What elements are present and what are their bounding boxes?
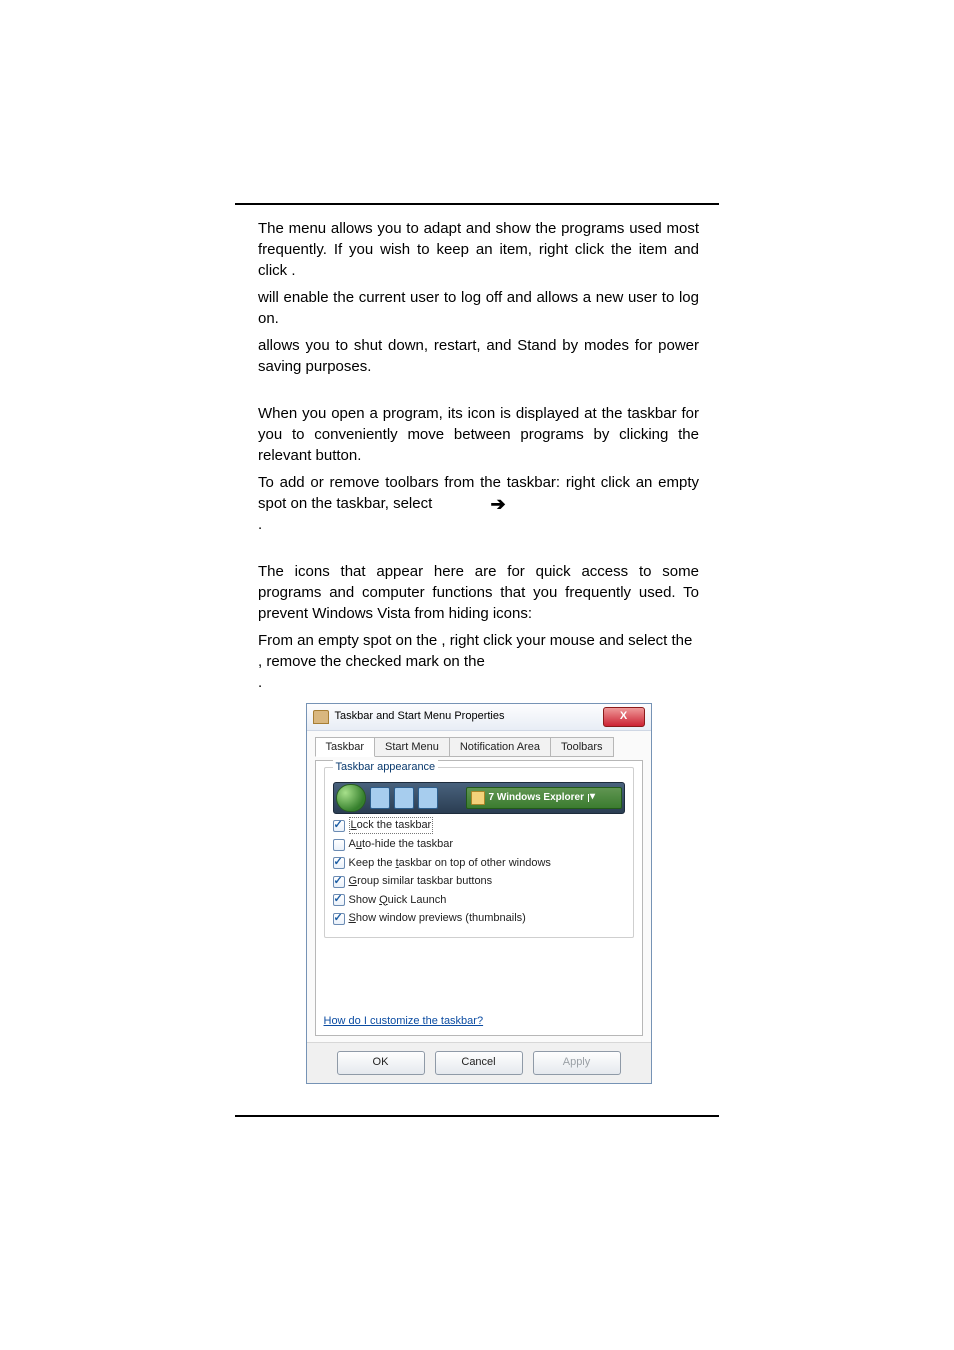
- taskbar-program-label: 7 Windows Explorer: [489, 791, 584, 805]
- checkbox-option[interactable]: Show window previews (thumbnails): [333, 911, 625, 926]
- text: .: [291, 262, 295, 279]
- close-button[interactable]: X: [603, 707, 645, 727]
- properties-dialog: Taskbar and Start Menu Properties X Task…: [306, 703, 652, 1084]
- paragraph-toolbars: To add or remove toolbars from the taskb…: [258, 472, 699, 535]
- paragraph-notif-icons: The icons that appear here are for quick…: [258, 561, 699, 624]
- checkbox-option[interactable]: Auto-hide the taskbar: [333, 837, 625, 852]
- checkbox-icon[interactable]: [333, 820, 345, 832]
- tab-toolbars[interactable]: Toolbars: [550, 737, 614, 757]
- folder-icon: [471, 791, 485, 805]
- group-title: Taskbar appearance: [333, 760, 439, 775]
- checkbox-icon[interactable]: [333, 857, 345, 869]
- ok-button[interactable]: OK: [337, 1051, 425, 1075]
- checkbox-option[interactable]: Lock the taskbar: [333, 817, 625, 834]
- dialog-titlebar: Taskbar and Start Menu Properties X: [307, 704, 651, 731]
- paragraph-open-program: When you open a program, its icon is dis…: [258, 403, 699, 466]
- text: , right click your mouse and select the: [441, 632, 692, 649]
- dialog-footer: OK Cancel Apply: [307, 1042, 651, 1083]
- quicklaunch-icon: [370, 787, 390, 809]
- text: menu allows you to adapt and show the pr…: [258, 220, 699, 279]
- checkbox-icon[interactable]: [333, 876, 345, 888]
- checkbox-label: Group similar taskbar buttons: [349, 874, 493, 889]
- start-orb-icon: [336, 784, 366, 812]
- paragraph-notif-steps: From an empty spot on the , right click …: [258, 630, 699, 693]
- tab-start-menu[interactable]: Start Menu: [374, 737, 450, 757]
- tabs: Taskbar Start Menu Notification Area Too…: [315, 737, 643, 757]
- text: allows you to shut down, restart, and St…: [258, 337, 699, 375]
- apply-button[interactable]: Apply: [533, 1051, 621, 1075]
- app-icon: [313, 710, 329, 724]
- text: To add or remove toolbars from the taskb…: [258, 474, 699, 512]
- top-rule: [235, 203, 719, 205]
- paragraph-turnoff: allows you to shut down, restart, and St…: [258, 335, 699, 377]
- checkbox-option[interactable]: Group similar taskbar buttons: [333, 874, 625, 889]
- text: , remove the checked mark on the: [258, 653, 485, 670]
- dialog-title: Taskbar and Start Menu Properties: [335, 709, 603, 724]
- bottom-rule: [235, 1115, 719, 1117]
- text: From an empty spot on the: [258, 632, 441, 649]
- tab-notification-area[interactable]: Notification Area: [449, 737, 551, 757]
- checkbox-label: Auto-hide the taskbar: [349, 837, 454, 852]
- checkbox-icon[interactable]: [333, 839, 345, 851]
- checkbox-label: Lock the taskbar: [351, 819, 432, 831]
- paragraph-logoff: will enable the current user to log off …: [258, 287, 699, 329]
- text: The: [258, 220, 289, 237]
- checkbox-option[interactable]: Keep the taskbar on top of other windows: [333, 856, 625, 871]
- help-link[interactable]: How do I customize the taskbar?: [324, 1014, 484, 1029]
- cancel-button[interactable]: Cancel: [435, 1051, 523, 1075]
- text: will enable the current user to log off …: [258, 289, 699, 327]
- taskbar-program-button: 7 Windows Explorer: [466, 787, 622, 809]
- checkbox-option[interactable]: Show Quick Launch: [333, 893, 625, 908]
- checkbox-label: Keep the taskbar on top of other windows: [349, 856, 551, 871]
- tab-taskbar[interactable]: Taskbar: [315, 737, 376, 757]
- chevron-down-icon: [588, 794, 599, 802]
- screenshot-figure: Taskbar and Start Menu Properties X Task…: [258, 703, 699, 1084]
- checkbox-label: Show Quick Launch: [349, 893, 447, 908]
- dialog-body: Taskbar Start Menu Notification Area Too…: [307, 731, 651, 1042]
- paragraph-start-menu: The menu allows you to adapt and show th…: [258, 218, 699, 281]
- group-taskbar-appearance: Taskbar appearance 7 Windows Explorer: [324, 767, 634, 938]
- checkbox-icon[interactable]: [333, 913, 345, 925]
- document-body: The menu allows you to adapt and show th…: [258, 218, 699, 1084]
- checkbox-icon[interactable]: [333, 894, 345, 906]
- taskbar-preview: 7 Windows Explorer: [333, 782, 625, 814]
- quicklaunch-icon: [418, 787, 438, 809]
- quicklaunch-icon: [394, 787, 414, 809]
- checkbox-label: Show window previews (thumbnails): [349, 911, 526, 926]
- tab-content: Taskbar appearance 7 Windows Explorer: [315, 760, 643, 1036]
